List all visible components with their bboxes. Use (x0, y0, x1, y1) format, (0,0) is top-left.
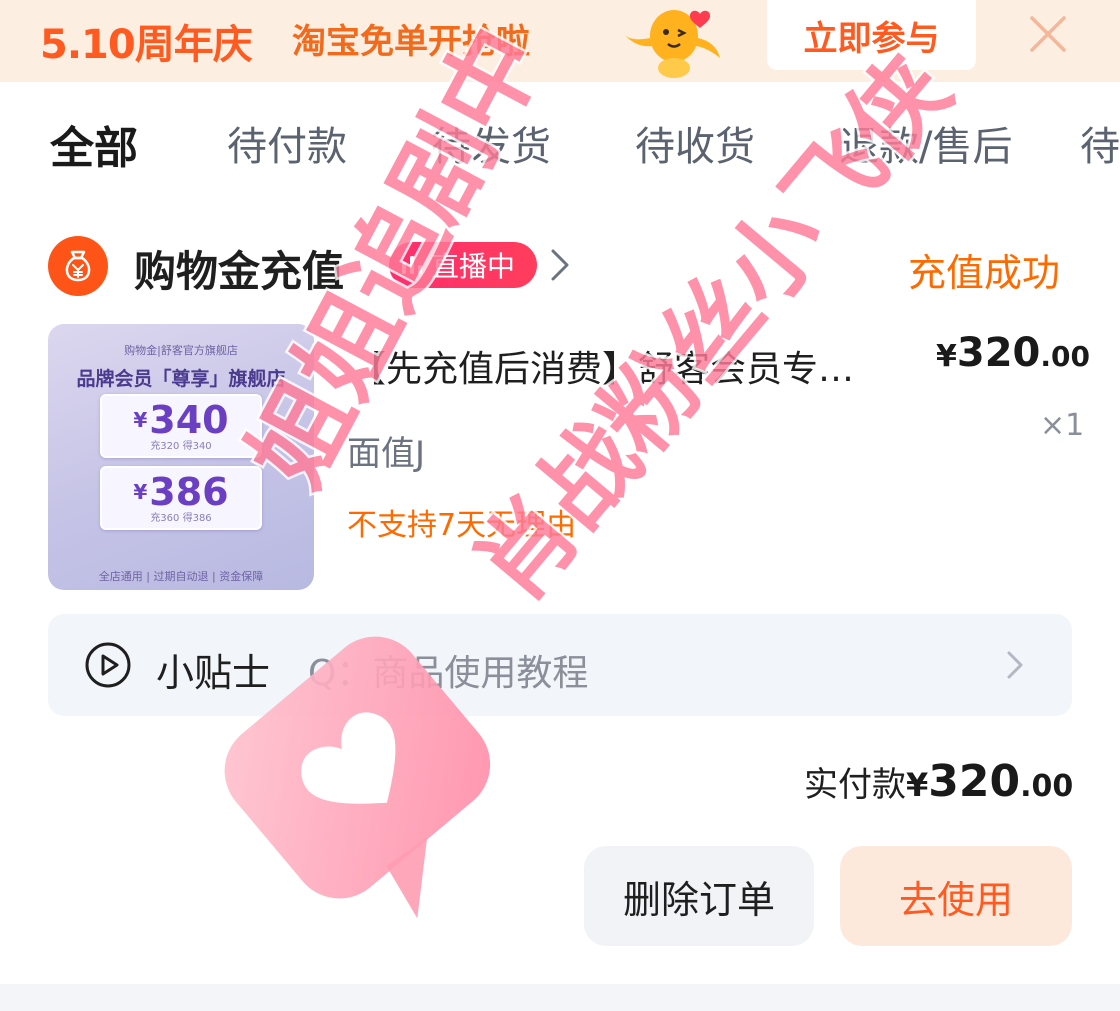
heart-bubble-icon (224, 636, 491, 919)
chevron-right-icon (1007, 651, 1023, 679)
product-image-shop: 购物金|舒客官方旗舰店 (124, 344, 238, 357)
tab-pending-payment[interactable]: 待付款 (227, 114, 347, 172)
shop-header[interactable]: 购物金充值 直播中 充值成功 (48, 234, 1078, 298)
close-icon[interactable] (1024, 10, 1072, 58)
order-status: 充值成功 (908, 251, 1061, 295)
tab-pending-review[interactable]: 待 (1080, 114, 1120, 172)
tips-bar[interactable]: 小贴士 Q：商品使用教程 (48, 614, 1072, 716)
mascot-icon (624, 10, 720, 78)
play-icon (85, 642, 131, 688)
anniversary-logo: 5.10周年庆 (40, 22, 253, 68)
chevron-right-icon[interactable] (548, 246, 572, 284)
tab-pending-receipt[interactable]: 待收货 (635, 114, 755, 172)
product-quantity: ×1 (1040, 408, 1085, 443)
product-price: ¥320.00 (936, 330, 1090, 376)
delete-order-button[interactable]: 删除订单 (584, 846, 814, 946)
total-paid: 实付款¥320.00 (804, 756, 1074, 807)
divider (0, 984, 1120, 1011)
product-image-card: ¥386 充360 得386 (100, 466, 262, 530)
use-now-button[interactable]: 去使用 (840, 846, 1072, 946)
money-bag-icon (48, 236, 108, 296)
product-image-footer: 全店通用 | 过期自动退 | 资金保障 (98, 570, 264, 583)
tab-all[interactable]: 全部 (50, 112, 138, 176)
